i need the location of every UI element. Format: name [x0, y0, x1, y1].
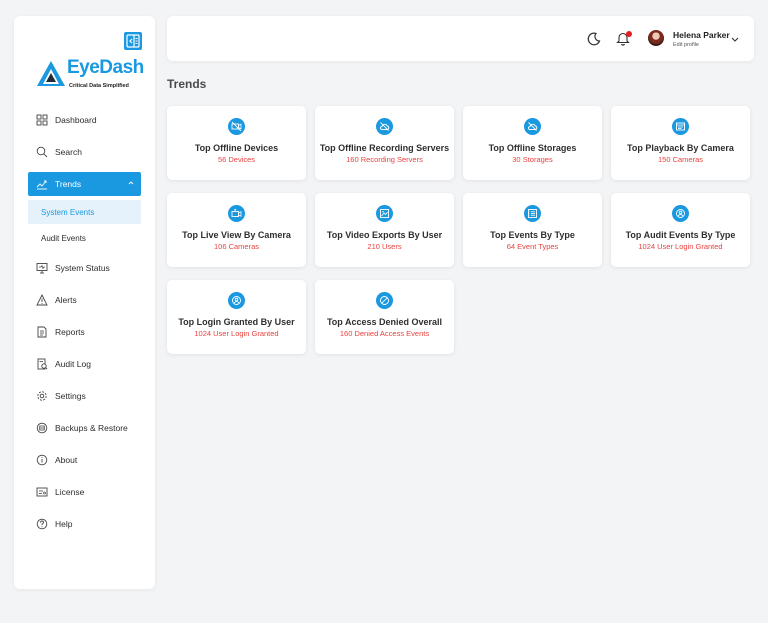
- sidebar-item-help[interactable]: Help: [14, 508, 155, 540]
- chevron-down-icon[interactable]: [730, 34, 740, 44]
- card-title: Top Playback By Camera: [627, 143, 734, 153]
- cloud-off-icon: [380, 122, 390, 131]
- trend-card[interactable]: Top Playback By Camera 150 Cameras: [611, 106, 750, 180]
- card-title: Top Events By Type: [490, 230, 575, 240]
- sidebar-item-audit-log[interactable]: Audit Log: [14, 348, 155, 380]
- sidebar-subitem-system-events[interactable]: System Events: [28, 200, 141, 224]
- sidebar-item-label: License: [55, 487, 85, 497]
- sidebar-item-label: Dashboard: [55, 115, 97, 125]
- sidebar-item-system-status[interactable]: System Status: [14, 252, 155, 284]
- sidebar-item-about[interactable]: About: [14, 444, 155, 476]
- trend-card[interactable]: Top Audit Events By Type 1024 User Login…: [611, 193, 750, 267]
- sidebar-nav: Dashboard Search Trends System Events Au…: [14, 104, 155, 540]
- video-export-icon: [380, 209, 389, 218]
- playback-icon: [676, 122, 685, 131]
- sidebar-item-label: Alerts: [55, 295, 77, 305]
- card-title: Top Live View By Camera: [182, 230, 291, 240]
- help-icon: [36, 518, 48, 530]
- sidebar-item-backups-restore[interactable]: Backups & Restore: [14, 412, 155, 444]
- gear-icon: [37, 391, 47, 401]
- brand-logo[interactable]: EyeDash Critical Data Simplified: [36, 57, 144, 101]
- sidebar-item-label: Settings: [55, 391, 86, 401]
- sidebar-item-label: Reports: [55, 327, 85, 337]
- sidebar-subitem-label: Audit Events: [41, 233, 86, 243]
- access-denied-icon: [380, 296, 389, 305]
- sidebar-item-label: Help: [55, 519, 73, 529]
- brand-tagline: Critical Data Simplified: [69, 83, 129, 89]
- sidebar-item-label: Trends: [55, 179, 82, 189]
- card-count: 64 Event Types: [506, 242, 559, 251]
- trend-card[interactable]: Top Offline Recording Servers 160 Record…: [315, 106, 454, 180]
- trend-card[interactable]: Top Events By Type 64 Event Types: [463, 193, 602, 267]
- sidebar-item-label: Backups & Restore: [55, 423, 128, 433]
- sidebar-item-trends[interactable]: Trends: [28, 172, 141, 196]
- notification-badge: [626, 31, 632, 37]
- warning-icon: [36, 294, 48, 306]
- card-title: Top Video Exports By User: [326, 230, 443, 240]
- sidebar-item-alerts[interactable]: Alerts: [14, 284, 155, 316]
- card-title: Top Audit Events By Type: [625, 230, 736, 240]
- page-title: Trends: [167, 77, 207, 91]
- collapse-sidebar-button[interactable]: [124, 32, 142, 50]
- card-count: 160 Denied Access Events: [339, 329, 430, 338]
- card-count: 160 Recording Servers: [346, 155, 423, 164]
- trend-card[interactable]: Top Offline Storages 30 Storages: [463, 106, 602, 180]
- sidebar-item-label: About: [55, 455, 78, 465]
- trend-card[interactable]: Top Offline Devices 56 Devices: [167, 106, 306, 180]
- top-bar: Helena Parker Edit profile: [167, 16, 754, 61]
- collapse-icon: [126, 34, 140, 48]
- monitor-icon: [36, 263, 48, 274]
- user-name[interactable]: Helena Parker: [673, 30, 730, 40]
- card-count: 106 Cameras: [213, 242, 260, 251]
- grid-icon: [36, 114, 48, 126]
- trend-card[interactable]: Top Access Denied Overall 160 Denied Acc…: [315, 280, 454, 354]
- sidebar-subitem-audit-events[interactable]: Audit Events: [28, 224, 141, 252]
- sidebar-item-search[interactable]: Search: [14, 136, 155, 168]
- sidebar-item-dashboard[interactable]: Dashboard: [14, 104, 155, 136]
- card-title: Top Login Granted By User: [178, 317, 295, 327]
- login-badge-icon: [232, 296, 241, 305]
- card-count: 1024 User Login Granted: [638, 242, 723, 251]
- sidebar-item-label: System Status: [55, 263, 110, 273]
- search-icon: [36, 146, 48, 158]
- audit-badge-icon: [676, 209, 685, 218]
- license-icon: [36, 487, 48, 497]
- sidebar-item-reports[interactable]: Reports: [14, 316, 155, 348]
- logo-mark-icon: [37, 61, 65, 86]
- sidebar-item-settings[interactable]: Settings: [14, 380, 155, 412]
- brand-name: EyeDash: [67, 57, 144, 78]
- info-icon: [36, 454, 48, 466]
- trend-card[interactable]: Top Live View By Camera 106 Cameras: [167, 193, 306, 267]
- card-title: Top Offline Recording Servers: [319, 143, 450, 153]
- camera-off-icon: [231, 121, 242, 132]
- trend-card[interactable]: Top Video Exports By User 210 Users: [315, 193, 454, 267]
- card-title: Top Offline Devices: [194, 143, 279, 153]
- sidebar-item-license[interactable]: License: [14, 476, 155, 508]
- sidebar-subitem-label: System Events: [41, 207, 95, 217]
- avatar[interactable]: [648, 30, 664, 46]
- card-title: Top Access Denied Overall: [326, 317, 443, 327]
- card-count: 150 Cameras: [657, 155, 704, 164]
- live-camera-icon: [231, 208, 242, 217]
- report-icon: [37, 326, 47, 338]
- sidebar: EyeDash Critical Data Simplified Dashboa…: [14, 16, 155, 589]
- list-icon: [528, 209, 537, 218]
- sidebar-item-label: Search: [55, 147, 82, 157]
- chevron-up-icon: [128, 181, 134, 185]
- card-count: 1024 User Login Granted: [194, 329, 279, 338]
- moon-icon[interactable]: [587, 32, 601, 46]
- card-count: 30 Storages: [512, 155, 553, 164]
- audit-icon: [37, 358, 48, 370]
- trend-card[interactable]: Top Login Granted By User 1024 User Logi…: [167, 280, 306, 354]
- edit-profile-link[interactable]: Edit profile: [673, 42, 699, 48]
- sidebar-item-label: Audit Log: [55, 359, 91, 369]
- trend-chart-icon: [36, 180, 47, 190]
- backup-icon: [36, 422, 48, 434]
- storage-off-icon: [528, 122, 538, 131]
- card-count: 56 Devices: [217, 155, 256, 164]
- card-count: 210 Users: [367, 242, 402, 251]
- card-title: Top Offline Storages: [488, 143, 577, 153]
